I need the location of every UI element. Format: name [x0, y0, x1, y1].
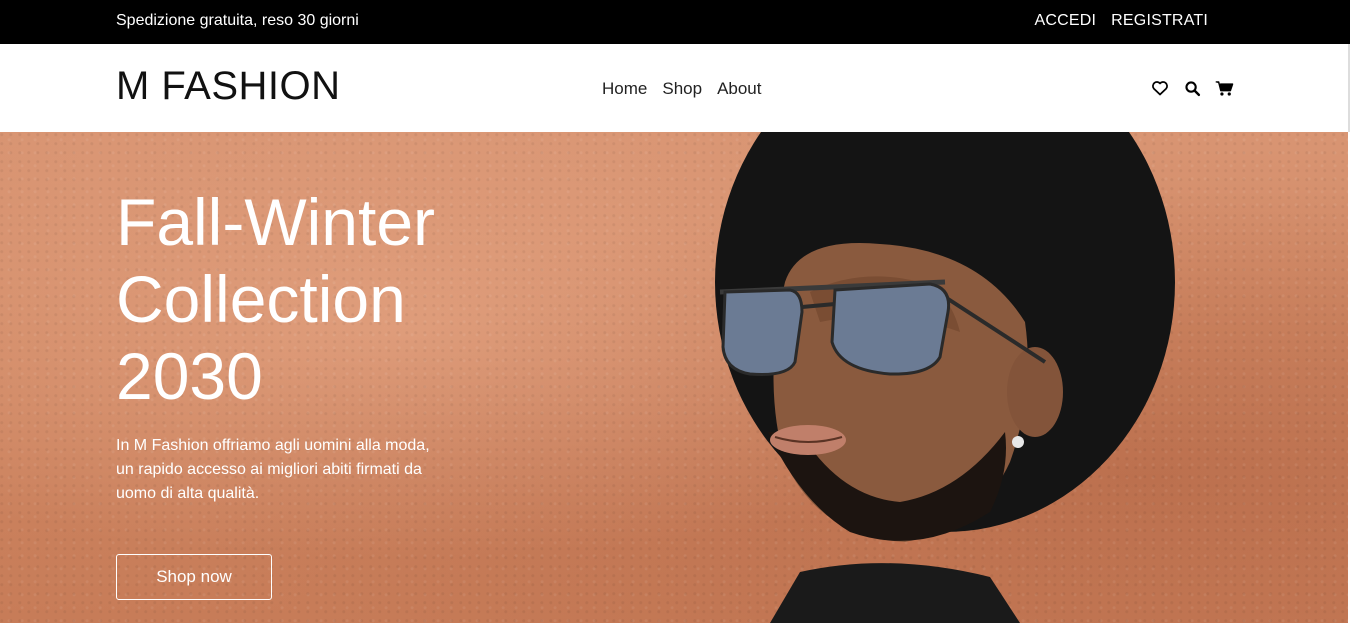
hero-banner: Fall-Winter Collection 2030 In M Fashion…: [0, 132, 1348, 623]
main-navbar: M FASHION Home Shop About: [0, 44, 1350, 132]
hero-title-line-1: Fall-Winter: [116, 185, 436, 259]
shipping-info: Spedizione gratuita, reso 30 giorni: [116, 12, 359, 29]
hero-model-image: [715, 132, 1175, 623]
hero-title-line-3: 2030: [116, 339, 263, 413]
header-icons: [1150, 78, 1234, 98]
hero-description: In M Fashion offriamo agli uomini alla m…: [116, 437, 430, 502]
cart-icon[interactable]: [1214, 78, 1234, 98]
login-link[interactable]: ACCEDI: [1035, 12, 1097, 30]
nav-home[interactable]: Home: [602, 79, 647, 99]
hero-title: Fall-Winter Collection 2030: [116, 184, 536, 415]
search-icon[interactable]: [1182, 78, 1202, 98]
main-menu: Home Shop About: [602, 79, 762, 99]
register-link[interactable]: REGISTRATI: [1111, 12, 1208, 30]
nav-shop[interactable]: Shop: [662, 79, 702, 99]
top-announcement-bar: Spedizione gratuita, reso 30 giorni ACCE…: [0, 0, 1350, 44]
nav-about[interactable]: About: [717, 79, 761, 99]
shop-now-button[interactable]: Shop now: [116, 554, 272, 600]
auth-links: ACCEDI REGISTRATI: [1035, 12, 1208, 30]
heart-icon[interactable]: [1150, 78, 1170, 98]
hero-title-line-2: Collection: [116, 262, 406, 336]
brand-logo[interactable]: M FASHION: [116, 64, 341, 109]
